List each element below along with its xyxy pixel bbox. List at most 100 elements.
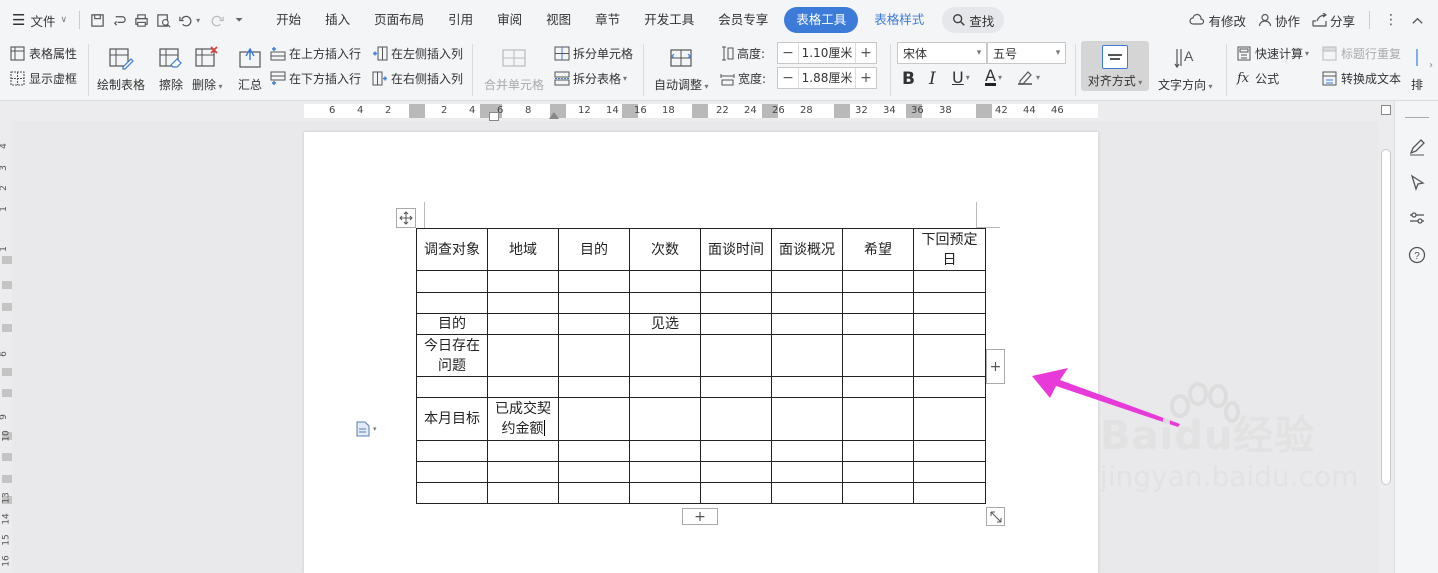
sort-button[interactable]: 排 <box>1410 43 1424 93</box>
settings-sliders-icon[interactable] <box>1407 208 1427 228</box>
undo-history-icon[interactable] <box>108 9 130 31</box>
table-cell[interactable] <box>700 270 772 293</box>
table-cell[interactable] <box>842 270 914 293</box>
table-cell[interactable] <box>700 292 772 314</box>
document-table[interactable]: 调查对象 地域 目的 次数 面谈时间 面谈概况 希望 下回预定日 目的 见选 今… <box>416 228 986 504</box>
decrease-width-button[interactable]: − <box>778 68 798 88</box>
table-cell[interactable] <box>842 376 914 398</box>
edit-pen-icon[interactable] <box>1407 137 1427 157</box>
width-value[interactable]: 1.88厘米 <box>798 68 856 88</box>
tab-developer[interactable]: 开发工具 <box>632 7 706 33</box>
auto-adjust-button[interactable]: 自动调整 ▾ <box>654 43 709 93</box>
modified-status[interactable]: 有修改 <box>1189 7 1246 33</box>
print-preview-icon[interactable] <box>152 9 174 31</box>
table-cell[interactable] <box>558 292 630 314</box>
table-move-handle[interactable] <box>396 208 416 228</box>
align-button[interactable]: 对齐方式 ▾ <box>1081 41 1149 91</box>
search-button[interactable]: 查找 <box>942 7 1005 33</box>
insert-row-above-button[interactable]: 在上方插入行 <box>270 45 361 62</box>
print-icon[interactable] <box>130 9 152 31</box>
tab-page-layout[interactable]: 页面布局 <box>362 7 436 33</box>
split-table-button[interactable]: 拆分表格 ▾ <box>554 70 627 87</box>
table-cell[interactable] <box>487 461 559 483</box>
table-cell[interactable]: 下回预定日 <box>913 228 986 271</box>
table-cell[interactable] <box>558 440 630 462</box>
table-cell[interactable] <box>771 313 843 335</box>
ribbon-scroll-right-icon[interactable]: › <box>1426 60 1436 80</box>
ruler-column-marker[interactable] <box>834 104 850 118</box>
document-layout-icon[interactable]: ▾ <box>356 421 377 437</box>
height-stepper[interactable]: − 1.10厘米 + <box>777 42 877 64</box>
add-row-button[interactable]: + <box>682 508 718 525</box>
tab-review[interactable]: 审阅 <box>485 7 534 33</box>
table-cell[interactable] <box>416 482 488 504</box>
table-cell[interactable] <box>558 461 630 483</box>
table-properties-button[interactable]: 表格属性 <box>10 45 77 62</box>
undo-icon[interactable] <box>174 9 196 31</box>
collapse-ribbon-icon[interactable] <box>1406 9 1428 31</box>
font-size-select[interactable]: 五号 ▾ <box>987 42 1066 64</box>
ruler-column-marker[interactable] <box>692 104 708 118</box>
decrease-height-button[interactable]: − <box>778 43 798 63</box>
file-menu[interactable]: ☰ 文件 ∨ <box>12 7 67 33</box>
table-cell[interactable] <box>913 334 986 377</box>
table-cell[interactable] <box>771 397 843 441</box>
table-cell[interactable] <box>558 313 630 335</box>
table-cell[interactable] <box>771 270 843 293</box>
save-icon[interactable] <box>86 9 108 31</box>
table-cell[interactable]: 目的 <box>558 228 630 271</box>
quick-calc-button[interactable]: 快速计算 ▾ <box>1237 45 1309 62</box>
tab-references[interactable]: 引用 <box>436 7 485 33</box>
increase-width-button[interactable]: + <box>856 68 876 88</box>
table-cell[interactable] <box>487 440 559 462</box>
table-cell[interactable] <box>842 397 914 441</box>
table-cell[interactable] <box>416 461 488 483</box>
table-cell[interactable] <box>558 334 630 377</box>
table-cell[interactable] <box>487 376 559 398</box>
merge-cells-button[interactable]: 合并单元格 <box>484 43 544 93</box>
table-cell[interactable] <box>771 376 843 398</box>
formula-button[interactable]: fx 公式 <box>1237 70 1279 87</box>
table-cell[interactable] <box>913 313 986 335</box>
table-cell-active[interactable]: 已成交契约金额 <box>487 397 559 441</box>
table-cell[interactable] <box>842 313 914 335</box>
table-cell[interactable] <box>700 313 772 335</box>
table-cell[interactable] <box>416 376 488 398</box>
insert-col-right-button[interactable]: 在右侧插入列 <box>372 70 463 87</box>
table-cell[interactable] <box>913 397 986 441</box>
tab-table-style[interactable]: 表格样式 <box>862 7 936 33</box>
text-direction-button[interactable]: A 文字方向 ▾ <box>1158 43 1213 93</box>
font-name-select[interactable]: 宋体 ▾ <box>897 42 987 64</box>
table-cell[interactable] <box>416 440 488 462</box>
ruler-column-marker[interactable] <box>976 104 992 118</box>
underline-button[interactable]: U ▾ <box>952 68 970 87</box>
tab-start[interactable]: 开始 <box>264 7 313 33</box>
table-cell[interactable] <box>771 482 843 504</box>
tab-insert[interactable]: 插入 <box>313 7 362 33</box>
eraser-button[interactable]: 擦除 <box>156 43 186 93</box>
table-cell[interactable]: 本月目标 <box>416 397 488 441</box>
help-icon[interactable]: ? <box>1407 245 1427 265</box>
collab-button[interactable]: 协作 <box>1258 7 1300 33</box>
table-cell[interactable] <box>629 376 701 398</box>
table-cell[interactable] <box>487 334 559 377</box>
scroll-top-icon[interactable] <box>1381 105 1391 115</box>
table-cell[interactable] <box>629 461 701 483</box>
table-cell[interactable] <box>771 440 843 462</box>
indent-marker[interactable] <box>489 112 499 121</box>
insert-row-below-button[interactable]: 在下方插入行 <box>270 70 361 87</box>
table-cell[interactable] <box>913 376 986 398</box>
bold-button[interactable]: B <box>902 69 915 89</box>
table-cell[interactable] <box>629 292 701 314</box>
table-cell[interactable] <box>771 461 843 483</box>
convert-to-text-button[interactable]: 转换成文本 <box>1322 70 1401 87</box>
tab-member[interactable]: 会员专享 <box>706 7 780 33</box>
repeat-header-button[interactable]: 标题行重复 <box>1322 45 1401 62</box>
table-cell[interactable] <box>629 334 701 377</box>
table-resize-handle[interactable] <box>986 507 1005 526</box>
width-stepper[interactable]: − 1.88厘米 + <box>777 67 877 89</box>
table-cell[interactable]: 调查对象 <box>416 228 488 271</box>
table-cell[interactable]: 面谈时间 <box>700 228 772 271</box>
horizontal-ruler[interactable]: 6 4 2 2 4 6 8 12 14 16 18 22 24 26 28 32… <box>0 101 1378 121</box>
table-cell[interactable] <box>487 292 559 314</box>
